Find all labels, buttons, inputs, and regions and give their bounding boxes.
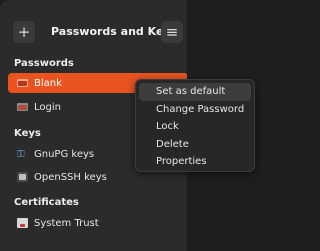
- sidebar-item-label: System Trust: [34, 217, 99, 229]
- section-certificates: Certificates: [14, 197, 79, 208]
- menu-item-lock[interactable]: Lock: [139, 118, 251, 136]
- sidebar-header: + Passwords and Keys ≡: [0, 0, 187, 49]
- key-icon: [17, 149, 28, 159]
- sidebar-item-label: Blank: [34, 77, 62, 89]
- menu-button[interactable]: ≡: [161, 21, 183, 43]
- menu-item-delete[interactable]: Delete: [139, 136, 251, 154]
- menu-item-properties[interactable]: Properties: [139, 153, 251, 171]
- sidebar-item-label: OpenSSH keys: [34, 171, 107, 183]
- context-menu: Set as default Change Password Lock Dele…: [135, 79, 255, 172]
- keyring-icon: [17, 102, 28, 112]
- sidebar-item-system-trust[interactable]: System Trust: [8, 213, 188, 233]
- sidebar-item-label: Login: [34, 101, 61, 113]
- window-title: Passwords and Keys: [51, 25, 178, 38]
- section-keys: Keys: [14, 128, 41, 139]
- keyring-icon: [17, 78, 28, 88]
- app-window: + Passwords and Keys ≡ Passwords Blank L…: [0, 0, 288, 251]
- sidebar-item-label: GnuPG keys: [34, 148, 95, 160]
- add-button[interactable]: +: [13, 21, 35, 43]
- menu-item-set-as-default[interactable]: Set as default: [139, 83, 251, 101]
- menu-item-change-password[interactable]: Change Password: [139, 101, 251, 119]
- terminal-icon: [17, 172, 28, 182]
- certificate-icon: [17, 218, 28, 228]
- section-passwords: Passwords: [14, 58, 74, 69]
